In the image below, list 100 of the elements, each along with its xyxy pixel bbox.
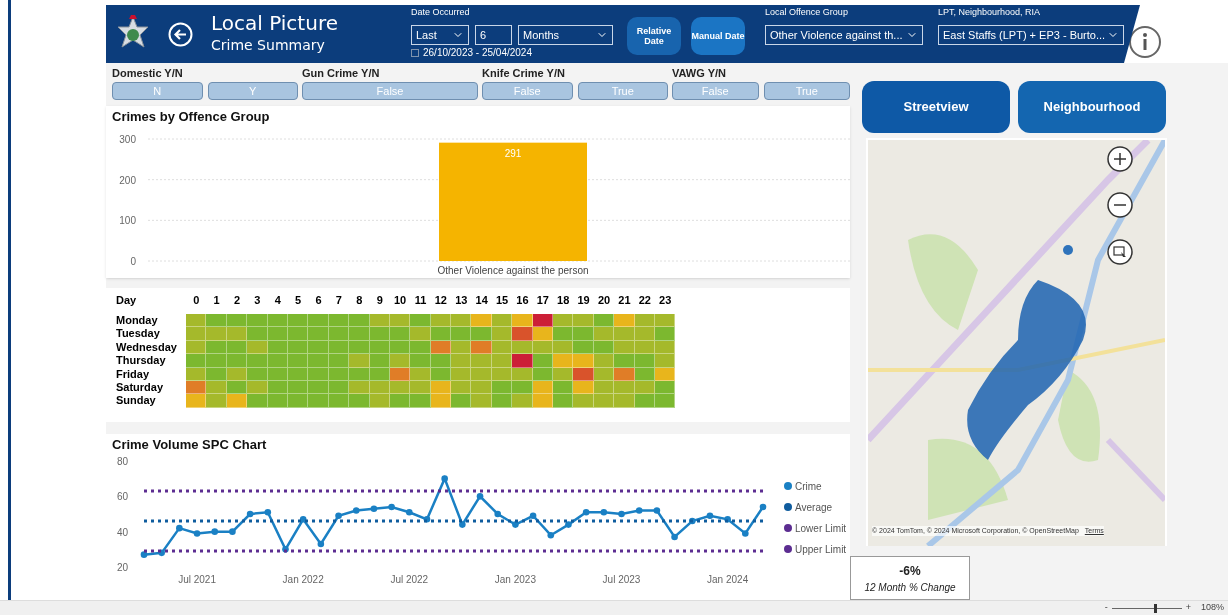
data-point — [370, 504, 378, 512]
data-point — [618, 510, 625, 517]
column-header: 0 — [192, 293, 201, 308]
count-field[interactable]: 6 — [475, 25, 512, 45]
data-point — [282, 545, 289, 553]
axis-tick-label: Jan 2023 — [494, 573, 536, 585]
slicer-label: Domestic Y/N — [112, 66, 184, 80]
data-point — [565, 520, 572, 528]
category-label: Other Violence against the person — [437, 264, 589, 276]
axis-tick-label: 300 — [119, 133, 136, 145]
column-header: 12 — [433, 293, 448, 308]
period-dropdown[interactable]: Last — [411, 25, 469, 45]
date-mode-button[interactable]: Manual Date — [691, 17, 745, 55]
column-header: 15 — [494, 293, 510, 308]
axis-tick-label: Jul 2022 — [390, 573, 429, 585]
data-point — [476, 492, 484, 500]
info-icon[interactable] — [1128, 25, 1162, 59]
column-header: 19 — [576, 293, 591, 308]
axis-tick-label: 100 — [119, 214, 136, 226]
data-point — [229, 527, 236, 535]
legend-label: Lower Limit — [795, 521, 847, 536]
page-subtitle: Crime Summary — [211, 36, 326, 55]
legend-label: Upper Limit — [795, 542, 847, 557]
data-point — [512, 520, 519, 528]
data-point — [176, 524, 183, 531]
data-point — [759, 503, 767, 510]
slider-thumb[interactable] — [1153, 603, 1157, 613]
data-point — [335, 511, 342, 519]
row-header: Saturday — [116, 381, 165, 395]
data-point — [582, 508, 590, 516]
filter-label: Local Offence Group — [765, 6, 849, 18]
column-header: 2 — [232, 293, 242, 308]
data-point — [688, 517, 696, 524]
slicer-label: Gun Crime Y/N — [302, 66, 381, 80]
data-point — [317, 540, 325, 547]
axis-tick-label: Jul 2021 — [178, 573, 216, 585]
map-view-button[interactable]: Streetview — [862, 81, 1010, 133]
column-header: 20 — [596, 293, 612, 308]
date-range: 26/10/2023 - 25/04/2024 — [423, 47, 532, 59]
column-header: 11 — [413, 293, 428, 308]
slicer-label: VAWG Y/N — [672, 66, 727, 80]
data-point — [352, 506, 360, 514]
data-point — [299, 515, 307, 523]
row-header: Thursday — [116, 354, 167, 368]
axis-tick-label: 60 — [116, 490, 128, 502]
offence-group-dropdown[interactable]: Other Violence against th... — [765, 25, 923, 45]
row-header: Sunday — [116, 394, 157, 408]
column-header: 23 — [658, 293, 673, 308]
row-header: Tuesday — [116, 327, 161, 341]
column-header: 17 — [535, 293, 550, 308]
filter-label: LPT, Neighbourhood, RIA — [938, 6, 1042, 18]
data-point — [388, 503, 395, 510]
area-dropdown[interactable]: East Staffs (LPT) + EP3 - Burto... — [938, 25, 1124, 45]
axis-tick-label: 40 — [116, 526, 128, 538]
date-mode-button[interactable]: Relative Date — [627, 17, 681, 55]
zoom-in-button[interactable]: + — [1185, 601, 1191, 615]
data-point — [600, 508, 608, 516]
column-header: 21 — [617, 293, 632, 308]
legend-label: Average — [795, 500, 833, 515]
column-header: 5 — [294, 293, 303, 308]
data-point — [158, 549, 165, 556]
legend-label: Crime — [795, 479, 822, 494]
data-point — [140, 550, 148, 558]
zoom-in-icon[interactable] — [1106, 145, 1134, 173]
column-header: 6 — [314, 293, 323, 308]
axis-tick-label: 200 — [119, 174, 136, 186]
column-header: 13 — [454, 293, 469, 308]
column-header: 9 — [375, 293, 384, 308]
data-point — [494, 510, 501, 517]
column-header: 16 — [515, 293, 530, 308]
column-header: 18 — [556, 293, 571, 308]
data-point — [193, 529, 201, 537]
chart-title: Crime Volume SPC Chart — [112, 436, 268, 454]
calendar-icon — [411, 49, 419, 57]
row-header: Monday — [116, 314, 159, 328]
column-header: 7 — [334, 293, 343, 308]
column-header: 4 — [273, 293, 282, 308]
column-header: 10 — [392, 293, 408, 308]
axis-tick-label: Jul 2023 — [602, 573, 641, 585]
data-point — [211, 527, 219, 535]
chart-title: Crimes by Offence Group — [112, 108, 271, 126]
filter-label: Date Occurred — [411, 6, 471, 18]
zoom-out-icon[interactable] — [1106, 191, 1134, 219]
data-point — [441, 474, 448, 482]
column-header: 22 — [637, 293, 652, 308]
unit-dropdown[interactable]: Months — [518, 25, 613, 45]
zoom-slider[interactable] — [1111, 603, 1182, 613]
row-header: Friday — [116, 367, 150, 382]
data-point — [706, 511, 714, 519]
data-point — [635, 506, 643, 514]
data-point — [406, 508, 413, 516]
bar-value-label: 291 — [504, 147, 522, 159]
map-view-button[interactable]: Neighbourhood — [1018, 81, 1166, 133]
selection-icon[interactable] — [1106, 238, 1134, 266]
zoom-level: 108% — [1200, 601, 1224, 615]
data-point — [671, 533, 678, 540]
slicer-label: Knife Crime Y/N — [482, 66, 566, 80]
data-point — [246, 510, 254, 517]
kpi-value: -6% — [899, 562, 921, 580]
zoom-out-button[interactable]: - — [1104, 601, 1108, 615]
